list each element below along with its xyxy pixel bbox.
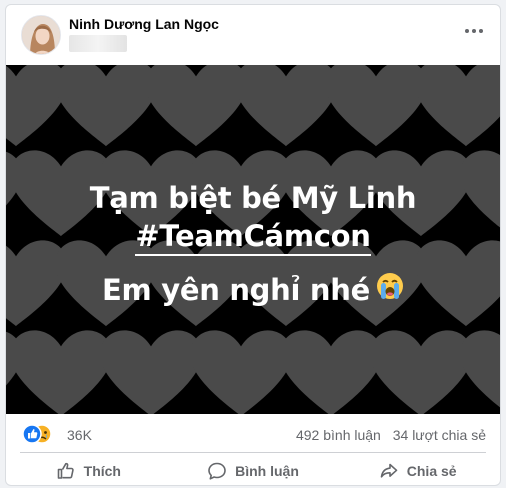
heart-shape	[145, 65, 247, 147]
heart-shape	[325, 65, 427, 147]
comment-button[interactable]: Bình luận	[171, 454, 336, 485]
heart-shape	[10, 330, 112, 414]
image-text-hashtag: #TeamCámcon	[6, 219, 500, 256]
share-count[interactable]: 34 lượt chia sẻ	[393, 427, 486, 443]
reaction-icons[interactable]	[22, 424, 62, 444]
heart-shape	[415, 65, 500, 147]
heart-shape	[190, 330, 292, 414]
divider	[20, 452, 486, 453]
share-label: Chia sẻ	[406, 462, 457, 479]
reaction-stats-bar: 36K 492 bình luận 34 lượt chia sẻ	[6, 414, 500, 452]
heart-shape	[460, 330, 500, 408]
post-image[interactable]: Tạm biệt bé Mỹ Linh #TeamCámcon Em yên n…	[6, 65, 500, 414]
comment-count[interactable]: 492 bình luận	[296, 427, 381, 443]
action-bar: Thích Bình luận Chia sẻ	[6, 454, 500, 485]
like-label: Thích	[83, 462, 121, 479]
author-name[interactable]: Ninh Dương Lan Ngọc	[69, 16, 219, 32]
author-avatar[interactable]	[21, 15, 61, 55]
heart-shape	[55, 65, 157, 147]
heart-shape	[370, 330, 472, 414]
like-button[interactable]: Thích	[6, 454, 171, 485]
image-text-line1: Tạm biệt bé Mỹ Linh	[89, 181, 417, 215]
crying-emoji-icon	[376, 272, 404, 307]
reaction-count[interactable]: 36K	[67, 427, 92, 443]
share-button[interactable]: Chia sẻ	[335, 454, 500, 485]
engagement-counts: 492 bình luận 34 lượt chia sẻ	[296, 427, 486, 443]
like-icon	[57, 462, 74, 479]
post-header: Ninh Dương Lan Ngọc	[6, 5, 500, 63]
heart-shape	[100, 330, 202, 414]
post-card: Ninh Dương Lan Ngọc Tạm biệt bé Mỹ Linh …	[5, 4, 501, 486]
comment-icon	[208, 462, 226, 480]
heart-shape	[235, 65, 337, 147]
heart-shape	[280, 330, 382, 414]
more-icon[interactable]	[460, 17, 488, 45]
share-icon	[380, 463, 398, 478]
image-text-line3: Em yên nghỉ nhé	[6, 272, 500, 307]
post-meta-blurred	[69, 35, 127, 52]
comment-label: Bình luận	[235, 462, 299, 479]
